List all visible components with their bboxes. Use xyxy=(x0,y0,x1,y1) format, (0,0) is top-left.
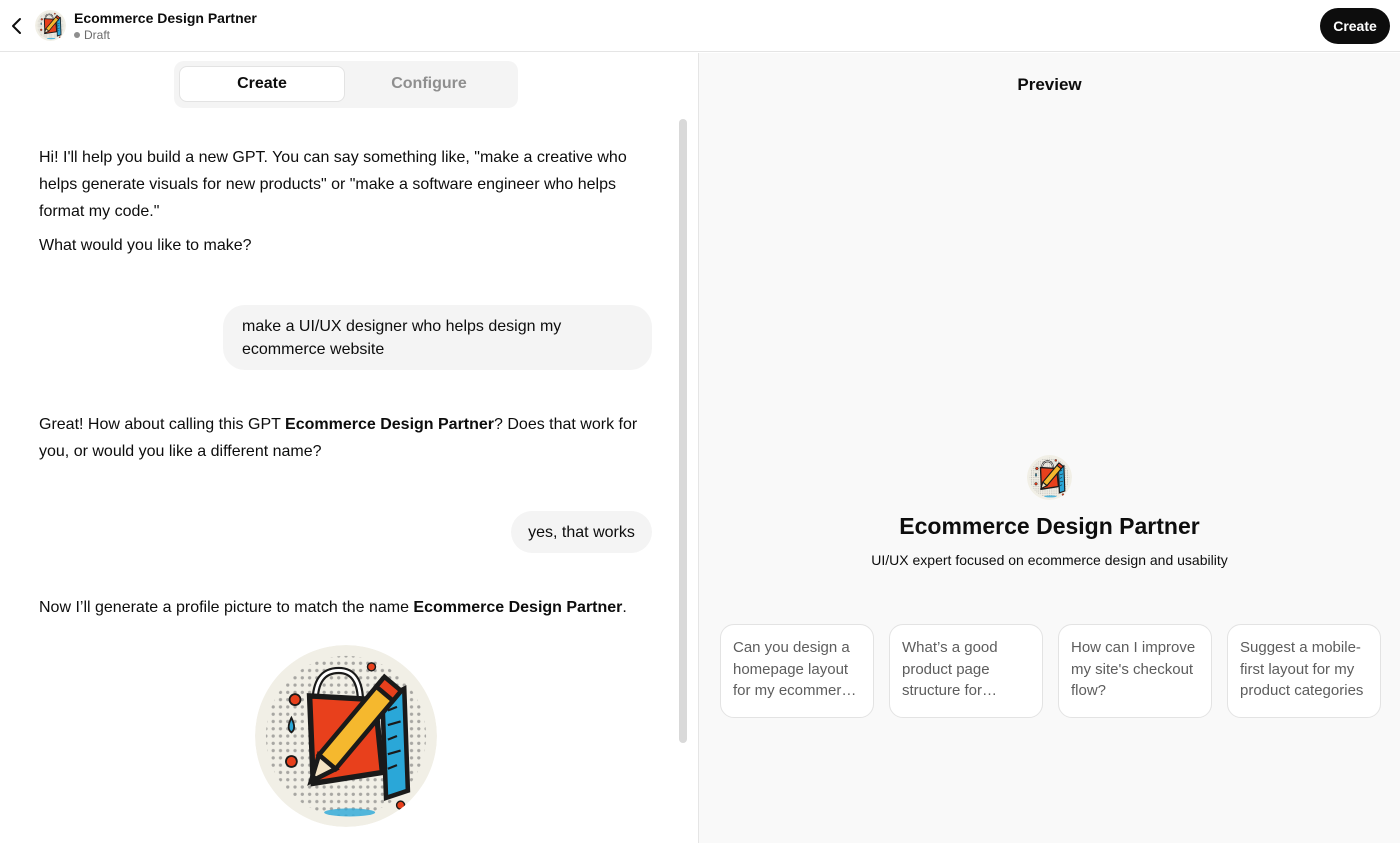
reply-text: . xyxy=(622,599,627,616)
reply-text: Now I’ll generate a profile picture to m… xyxy=(39,599,414,616)
chat-scrollbar[interactable] xyxy=(679,119,687,743)
preview-heading: Preview xyxy=(1017,75,1082,94)
conversation-starter-card[interactable]: What’s a good product page structure for… xyxy=(889,624,1043,718)
draft-status: Draft xyxy=(74,28,110,42)
user-message-text: yes, that works xyxy=(528,524,635,541)
reply-text: Great! How about calling this GPT xyxy=(39,416,286,433)
assistant-message-name: Great! How about calling this GPT Ecomme… xyxy=(39,411,659,465)
gpt-name-highlight: Ecommerce Design Partner xyxy=(285,416,495,433)
top-bar: Ecommerce Design Partner Draft Create xyxy=(0,0,1400,52)
status-label: Draft xyxy=(84,28,111,42)
gpt-title: Ecommerce Design Partner xyxy=(74,10,257,26)
preview-pane: Preview Ecommerce Design Partner UI/UX e… xyxy=(699,53,1400,843)
gpt-avatar xyxy=(35,10,66,41)
tab-create[interactable]: Create xyxy=(179,66,345,102)
mode-tabs: Create Configure xyxy=(174,61,518,108)
tab-configure[interactable]: Configure xyxy=(346,66,512,102)
builder-pane: Create Configure Hi! I'll help you build… xyxy=(0,53,698,843)
create-button[interactable]: Create xyxy=(1320,8,1390,44)
shopping-bag-pencil-ruler-icon xyxy=(1027,455,1072,500)
user-message-text: make a UI/UX designer who helps design m… xyxy=(242,318,562,358)
shopping-bag-pencil-ruler-icon xyxy=(255,645,437,827)
back-button[interactable] xyxy=(6,13,28,39)
starter-text: What’s a good product page structure for… xyxy=(902,639,998,699)
conversation-starter-card[interactable]: Suggest a mobile-first layout for my pro… xyxy=(1227,624,1381,718)
conversation-starter-card[interactable]: How can I improve my site's checkout flo… xyxy=(1058,624,1212,718)
starter-text: How can I improve my site's checkout flo… xyxy=(1071,639,1196,699)
starter-text: Can you design a homepage layout for my … xyxy=(733,639,858,699)
preview-gpt-name: Ecommerce Design Partner xyxy=(899,513,1200,539)
user-message-bubble: make a UI/UX designer who helps design m… xyxy=(223,305,652,370)
conversation-starter-card[interactable]: Can you design a homepage layout for my … xyxy=(720,624,874,718)
chevron-left-icon xyxy=(12,18,21,34)
assistant-message-picture: Now I’ll generate a profile picture to m… xyxy=(39,594,679,621)
shopping-bag-pencil-ruler-icon xyxy=(35,10,66,41)
gpt-name-highlight: Ecommerce Design Partner xyxy=(413,599,623,616)
assistant-message-intro: Hi! I'll help you build a new GPT. You c… xyxy=(39,149,627,220)
generated-profile-picture[interactable] xyxy=(255,645,437,827)
status-dot-icon xyxy=(74,32,80,38)
starter-text: Suggest a mobile-first layout for my pro… xyxy=(1240,639,1364,699)
preview-gpt-description: UI/UX expert focused on ecommerce design… xyxy=(871,552,1228,568)
user-message-bubble: yes, that works xyxy=(511,511,652,553)
assistant-message-question: What would you like to make? xyxy=(39,237,252,254)
preview-avatar xyxy=(1027,455,1072,500)
